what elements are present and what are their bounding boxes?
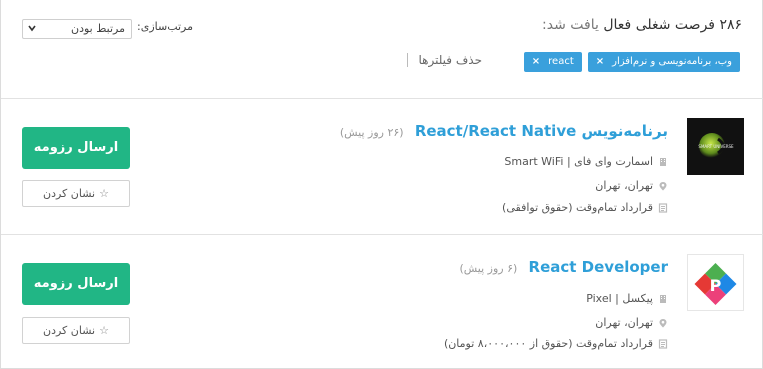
logo-text: P: [710, 276, 722, 295]
bookmark-label: نشان کردن: [43, 324, 96, 337]
job-location: تهران، تهران: [595, 179, 653, 192]
posted-ago: (۶ روز پیش): [459, 262, 518, 275]
star-icon: ☆: [99, 324, 109, 337]
close-icon[interactable]: ×: [596, 52, 604, 72]
company-name[interactable]: اسمارت وای فای | Smart WiFi: [504, 155, 653, 168]
posted-ago: (۲۶ روز پیش): [339, 126, 404, 139]
filter-chip-label: وب، برنامه‌نویسی و نرم‌افزار: [612, 56, 732, 67]
contract-row: قرارداد تمام‌وقت (حقوق از ۸،۰۰۰،۰۰۰ توما…: [444, 337, 668, 350]
bookmark-button[interactable]: ☆نشان کردن: [22, 180, 130, 207]
pixel-logo-icon: P: [688, 255, 743, 310]
job-contract: قرارداد تمام‌وقت (حقوق از ۸،۰۰۰،۰۰۰ توما…: [443, 337, 653, 350]
chevron-down-icon: [28, 25, 36, 32]
contract-icon: [658, 202, 668, 213]
job-title-text[interactable]: React Developer: [529, 258, 668, 276]
logo-text: SMART UNIVERSE: [698, 144, 734, 149]
company-logo[interactable]: P: [687, 254, 744, 311]
location-pin-icon: [659, 181, 667, 190]
job-title-text[interactable]: برنامه‌نویس React/React Native: [415, 122, 668, 140]
building-icon: [660, 294, 666, 303]
result-text-b: یافت شد:: [542, 17, 599, 33]
bookmark-button[interactable]: ☆نشان کردن: [22, 317, 130, 344]
contract-icon: [658, 338, 668, 349]
send-resume-button[interactable]: ارسال رزومه: [22, 127, 130, 169]
job-card: SMART UNIVERSE برنامه‌نویس React/React N…: [1, 100, 763, 235]
job-location: تهران، تهران: [595, 316, 653, 329]
sort-selected-value: مرتبط بودن: [70, 22, 125, 35]
result-count: ۲۸۶: [719, 17, 742, 33]
send-resume-button[interactable]: ارسال رزومه: [22, 263, 130, 305]
location-row: تهران، تهران: [595, 316, 668, 329]
job-title[interactable]: React Developer (۶ روز پیش): [459, 258, 668, 276]
building-icon: [660, 157, 666, 166]
close-icon[interactable]: ×: [532, 52, 540, 72]
company-row: پیکسل | Pixel: [586, 292, 668, 305]
active-filters: react × وب، برنامه‌نویسی و نرم‌افزار ×: [523, 52, 740, 72]
star-icon: ☆: [99, 187, 109, 200]
location-row: تهران، تهران: [595, 179, 668, 192]
company-name[interactable]: پیکسل | Pixel: [586, 292, 653, 305]
results-header: ۲۸۶ فرصت شغلی فعال یافت شد: مرتب‌سازی: م…: [1, 0, 763, 99]
company-row: اسمارت وای فای | Smart WiFi: [504, 155, 668, 168]
contract-row: قرارداد تمام‌وقت (حقوق توافقی): [502, 201, 668, 214]
job-card: P React Developer (۶ روز پیش) پیکسل | Pi…: [1, 236, 763, 369]
clear-filters-link[interactable]: حذف فیلترها: [407, 53, 482, 67]
sort-label: مرتب‌سازی:: [137, 20, 194, 33]
filter-chip-react[interactable]: react ×: [523, 52, 582, 72]
filter-chip-category[interactable]: وب، برنامه‌نویسی و نرم‌افزار ×: [587, 52, 740, 72]
location-pin-icon: [659, 318, 667, 327]
result-text-a: فرصت شغلی فعال: [603, 17, 715, 33]
bookmark-label: نشان کردن: [43, 187, 96, 200]
company-logo[interactable]: SMART UNIVERSE: [687, 118, 744, 175]
job-title[interactable]: برنامه‌نویس React/React Native (۲۶ روز پ…: [340, 122, 668, 140]
results-summary: ۲۸۶ فرصت شغلی فعال یافت شد:: [542, 17, 742, 33]
job-search-results: ۲۸۶ فرصت شغلی فعال یافت شد: مرتب‌سازی: م…: [0, 0, 763, 369]
smart-universe-logo-icon: SMART UNIVERSE: [688, 119, 743, 174]
sort-select[interactable]: مرتبط بودن: [22, 19, 132, 39]
filter-chip-label: react: [548, 56, 574, 67]
job-contract: قرارداد تمام‌وقت (حقوق توافقی): [502, 201, 653, 214]
